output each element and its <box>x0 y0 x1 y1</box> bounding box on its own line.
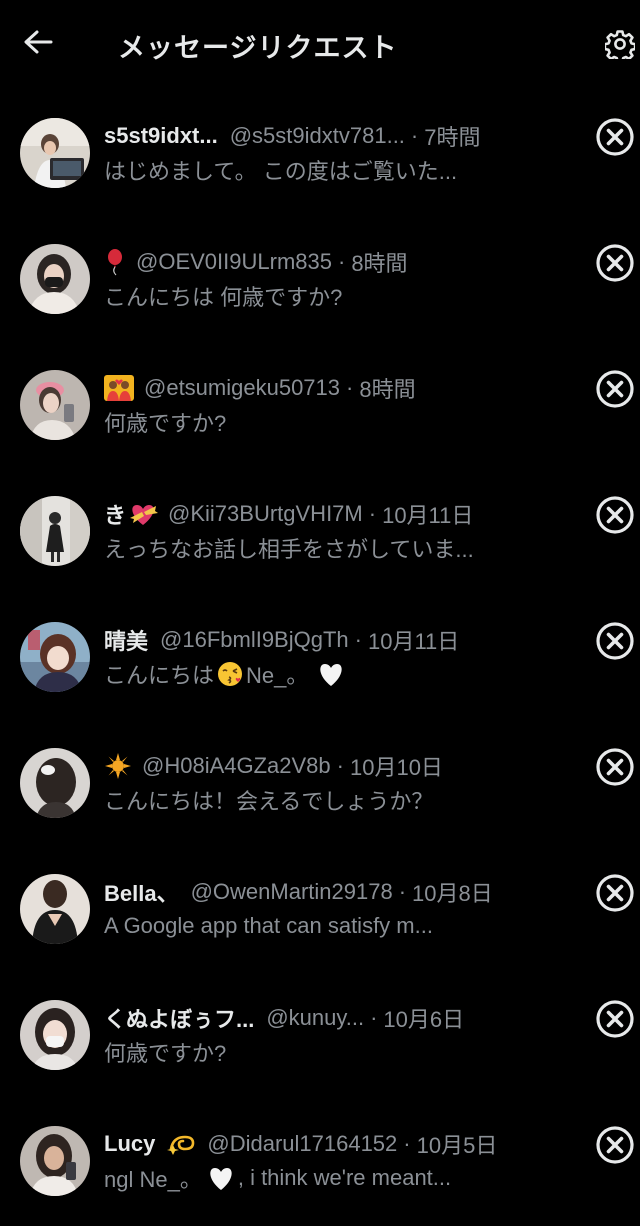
message-preview-text: , i think we're meant... <box>237 1165 452 1190</box>
page-title: メッセージリクエスト <box>118 33 398 63</box>
avatar <box>20 370 90 440</box>
avatar <box>20 874 90 944</box>
sender-handle: @OEV0II9ULrm835 <box>136 249 332 274</box>
message-preview: 何歳ですか? <box>104 411 227 436</box>
sun-icon <box>104 752 132 780</box>
dismiss-request-button[interactable] <box>594 117 636 162</box>
timestamp: 10月11日 <box>367 629 460 654</box>
message-request-row[interactable]: @OEV0II9ULrm835 · 8時間 こんにちは 何歳ですか? <box>0 218 640 344</box>
kiss-face-icon <box>216 660 244 688</box>
timestamp: 10月11日 <box>382 503 474 528</box>
message-preview: こんにちは！会えるでしょうか？ <box>104 789 434 814</box>
close-circle-icon <box>595 999 635 1044</box>
message-preview: こんにちは 何歳ですか? <box>104 285 343 310</box>
close-circle-icon <box>595 621 635 666</box>
dismiss-request-button[interactable] <box>594 999 636 1044</box>
timestamp: 10月5日 <box>416 1133 498 1158</box>
avatar <box>20 622 90 692</box>
dismiss-request-button[interactable] <box>594 747 636 792</box>
message-preview: 何歳ですか? <box>104 1041 227 1066</box>
message-preview: A Google app that can satisfy m... <box>104 913 433 938</box>
sender-handle: @kunuy... <box>266 1005 365 1030</box>
close-circle-icon <box>595 495 635 540</box>
message-request-row[interactable]: Lucy @Didarul17164152 · 10月5日 ngl Ne_。 ,… <box>0 1100 640 1226</box>
header: メッセージリクエスト <box>0 0 640 92</box>
message-preview: はじめまして。 この度はご覧いた... <box>104 159 458 184</box>
message-request-row[interactable]: くぬよぼぅフ... @kunuy... · 10月6日 何歳ですか? <box>0 974 640 1100</box>
dizzy-icon <box>167 1131 197 1157</box>
message-request-row[interactable]: s5st9idxt... @s5st9idxtv781... · 7時間 はじめ… <box>0 92 640 218</box>
close-circle-icon <box>595 873 635 918</box>
timestamp: 10月6日 <box>383 1007 465 1032</box>
message-preview: ngl Ne_。 <box>104 1167 202 1192</box>
dismiss-request-button[interactable] <box>594 495 636 540</box>
message-request-row[interactable]: @etsumigeku50713 · 8時間 何歳ですか? <box>0 344 640 470</box>
sender-handle: @16FbmlI9BjQgTh <box>160 627 349 652</box>
couple-heart-icon <box>104 375 134 401</box>
sender-name: Lucy <box>104 1131 156 1156</box>
white-heart-icon <box>206 1164 236 1192</box>
close-circle-icon <box>595 243 635 288</box>
message-preview: こんにちは <box>104 663 215 688</box>
dismiss-request-button[interactable] <box>594 873 636 918</box>
heart-ribbon-icon <box>128 501 159 527</box>
avatar <box>20 244 90 314</box>
gear-icon <box>603 29 637 64</box>
sender-name: s5st9idxt... <box>104 123 218 148</box>
sender-handle: @H08iA4GZa2V8b <box>142 753 331 778</box>
sender-name: き <box>104 503 127 528</box>
timestamp: 8時間 <box>351 251 408 276</box>
message-request-row[interactable]: Bella、 @OwenMartin29178 · 10月8日 A Google… <box>0 848 640 974</box>
avatar <box>20 748 90 818</box>
sender-handle: @Didarul17164152 <box>207 1131 398 1156</box>
sender-name: くぬよぼぅフ... <box>104 1007 255 1032</box>
avatar <box>20 118 90 188</box>
timestamp: 7時間 <box>424 125 481 150</box>
settings-button[interactable] <box>600 26 640 66</box>
avatar <box>20 1126 90 1196</box>
arrow-left-icon <box>23 29 53 60</box>
dismiss-request-button[interactable] <box>594 369 636 414</box>
sender-handle: @etsumigeku50713 <box>144 375 341 400</box>
sender-handle: @OwenMartin29178 <box>190 879 393 904</box>
close-circle-icon <box>595 369 635 414</box>
message-request-row[interactable]: き @Kii73BUrtgVHI7M · 10月11日 えっちなお話し相手をさが… <box>0 470 640 596</box>
dismiss-request-button[interactable] <box>594 621 636 666</box>
timestamp: 10月8日 <box>412 881 493 906</box>
sender-name: Bella、 <box>104 881 179 906</box>
close-circle-icon <box>595 1125 635 1170</box>
message-request-row[interactable]: @H08iA4GZa2V8b · 10月10日 こんにちは！会えるでしょうか？ <box>0 722 640 848</box>
white-heart-icon <box>316 660 346 688</box>
dismiss-request-button[interactable] <box>594 1125 636 1170</box>
message-request-row[interactable]: 晴美 @16FbmlI9BjQgTh · 10月11日 こんにちは Ne_。 <box>0 596 640 722</box>
back-button[interactable] <box>18 24 58 64</box>
sender-handle: @s5st9idxtv781... <box>229 123 405 148</box>
avatar <box>20 496 90 566</box>
close-circle-icon <box>595 747 635 792</box>
message-preview-text: Ne_。 <box>246 663 309 688</box>
timestamp: 8時間 <box>359 377 416 402</box>
message-preview: えっちなお話し相手をさがしていま... <box>104 537 474 562</box>
balloon-icon <box>104 248 126 276</box>
close-circle-icon <box>595 117 635 162</box>
sender-handle: @Kii73BUrtgVHI7M <box>168 501 363 526</box>
dismiss-request-button[interactable] <box>594 243 636 288</box>
sender-name: 晴美 <box>104 629 149 654</box>
timestamp: 10月10日 <box>349 755 443 780</box>
avatar <box>20 1000 90 1070</box>
